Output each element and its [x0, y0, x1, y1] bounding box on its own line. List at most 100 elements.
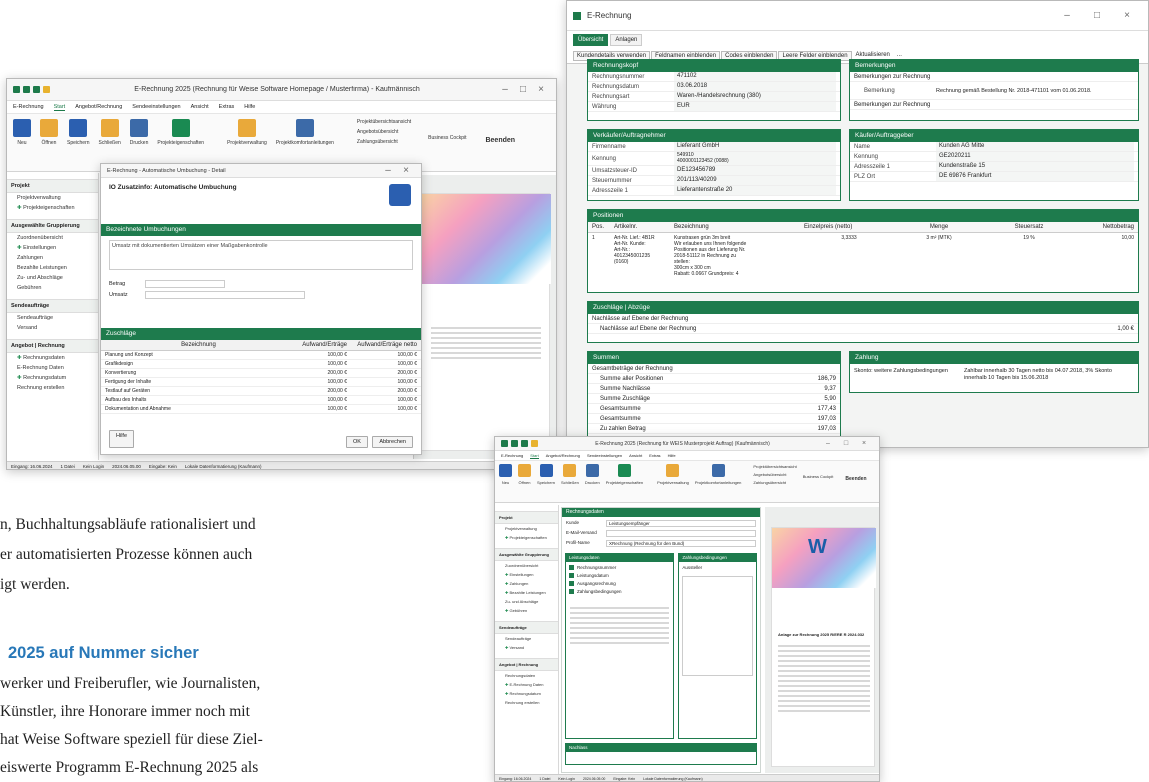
table-row[interactable]: Fertigung der Inhalte 100,00 €100,00 €	[101, 378, 421, 387]
table-row[interactable]: Konvertierung 200,00 €200,00 €	[101, 369, 421, 378]
open-button[interactable]: Öffnen	[40, 119, 58, 146]
project-management-button[interactable]: Projektverwaltung	[227, 119, 267, 146]
tab-uebersicht[interactable]: Übersicht	[573, 34, 609, 46]
table-row[interactable]: Grafikdesign 100,00 €100,00 €	[101, 360, 421, 369]
sidebar-item[interactable]: Zuordnenübersicht	[7, 233, 98, 243]
menu-item[interactable]: Angebot/Rechnung	[75, 104, 122, 110]
sidebar-item[interactable]: Einstellungen	[7, 243, 98, 253]
menu-item[interactable]: Angebot/Rechnung	[546, 453, 580, 458]
sidebar-item[interactable]: Projekteigenschaften	[495, 533, 558, 542]
menu-item[interactable]: Extras	[649, 453, 660, 458]
table-row[interactable]: 1 Art-Nr. Lief.: 4B1R Art-Nr. Kunde: Art…	[588, 233, 1138, 279]
sidebar-item[interactable]: Rechnungsdatum	[7, 373, 98, 383]
new-button[interactable]: Neu	[13, 119, 31, 146]
ribbon-link[interactable]: Angebotsübersicht	[357, 129, 411, 135]
sidebar-item[interactable]: Bezahlte Leistungen	[7, 263, 98, 273]
save-button[interactable]: Speichern	[537, 464, 555, 485]
project-guide-button[interactable]: Projektkomfortanleitungen	[695, 464, 741, 485]
sidebar-item[interactable]: Rechnungsdatum	[495, 689, 558, 698]
menu-item[interactable]: Start	[53, 104, 66, 111]
table-row[interactable]: Testlauf auf Geräten 200,00 €200,00 €	[101, 387, 421, 396]
tab-anlagen[interactable]: Anlagen	[610, 34, 643, 46]
sidebar-item[interactable]: Zuordnenübersicht	[495, 561, 558, 570]
sidebar-item[interactable]: Gebühren	[7, 283, 98, 293]
menu-item[interactable]: Ansicht	[191, 104, 209, 110]
properties-button[interactable]: Projekteigenschaften	[606, 464, 643, 485]
sidebar-item[interactable]: Rechnung erstellen	[7, 383, 98, 393]
minimize-icon[interactable]: –	[1052, 10, 1082, 21]
sidebar-item[interactable]: Bezahlte Leistungen	[495, 588, 558, 597]
company-logo: W	[808, 536, 827, 558]
sidebar-item[interactable]: Zahlungen	[7, 253, 98, 263]
sidebar-item[interactable]: Zu- und Abschläge	[495, 597, 558, 606]
menu-item[interactable]: Start	[530, 453, 539, 459]
close-icon[interactable]: ×	[532, 84, 550, 95]
sidebar-item[interactable]: Sendeaufträge	[495, 634, 558, 643]
minimize-icon[interactable]: –	[819, 440, 837, 447]
close-icon[interactable]: ×	[397, 165, 415, 176]
sidebar-item[interactable]: Projektverwaltung	[7, 193, 98, 203]
menu-item[interactable]: Extras	[219, 104, 235, 110]
new-button[interactable]: Neu	[499, 464, 512, 485]
menu-item[interactable]: E-Rechnung	[13, 104, 44, 110]
sidebar-item[interactable]: Zu- und Abschläge	[7, 273, 98, 283]
ribbon-list: Projektübersichtsansicht Angebotsübersic…	[357, 119, 411, 145]
sidebar-item[interactable]: Rechnungsdaten	[7, 353, 98, 363]
sidebar-item[interactable]: Einstellungen	[495, 570, 558, 579]
menu-item[interactable]: Hilfe	[244, 104, 255, 110]
menu-item[interactable]: E-Rechnung	[501, 453, 523, 458]
table-row[interactable]: Planung und Konzept 100,00 €100,00 €	[101, 351, 421, 360]
close-project-button[interactable]: Schließen	[99, 119, 121, 146]
menu-item[interactable]: Sendeeinstellungen	[587, 453, 622, 458]
project-guide-button[interactable]: Projektkomfortanleitungen	[276, 119, 334, 146]
ok-button[interactable]: OK	[345, 436, 368, 448]
sidebar-item[interactable]: Versand	[495, 643, 558, 652]
sidebar-item[interactable]: Projekteigenschaften	[7, 203, 98, 213]
checkbox-row[interactable]: Zahlungsbedingungen	[569, 589, 670, 594]
properties-button[interactable]: Projekteigenschaften	[157, 119, 204, 146]
sidebar-item[interactable]: Gebühren	[495, 606, 558, 615]
sidebar-item[interactable]: Versand	[7, 323, 98, 333]
open-button[interactable]: Öffnen	[518, 464, 531, 485]
sidebar-item[interactable]: Sendeaufträge	[7, 313, 98, 323]
minimize-icon[interactable]: –	[379, 165, 397, 176]
sidebar-item[interactable]: Rechnungsdaten	[495, 671, 558, 680]
profil-select[interactable]: XRechnung (Rechnung für den Bund)	[606, 540, 756, 547]
umsatz-select[interactable]	[145, 291, 305, 299]
aussteller-box[interactable]	[682, 576, 753, 676]
maximize-icon[interactable]: □	[1082, 10, 1112, 21]
exit-button[interactable]: Beenden	[485, 137, 515, 144]
checkbox-row[interactable]: Ausgangsrechnung	[569, 581, 670, 586]
betrag-select[interactable]	[145, 280, 225, 288]
checkbox-row[interactable]: Leistungsdatum	[569, 573, 670, 578]
ribbon-link[interactable]: Zahlungsübersicht	[357, 139, 411, 145]
project-management-button[interactable]: Projektverwaltung	[657, 464, 689, 485]
menu-item[interactable]: Ansicht	[629, 453, 642, 458]
checkbox-row[interactable]: Rechnungsnummer	[569, 565, 670, 570]
sidebar-item[interactable]: E-Rechnung Daten	[7, 363, 98, 373]
sidebar-item[interactable]: E-Rechnung Daten	[495, 680, 558, 689]
cancel-button[interactable]: Abbrechen	[372, 436, 413, 448]
help-button[interactable]: Hilfe	[109, 430, 135, 448]
umbuchung-text[interactable]: Umsatz mit dokumentierten Umsätzen einer…	[109, 240, 413, 270]
menu-item[interactable]: Sendeeinstellungen	[132, 104, 180, 110]
sidebar-item[interactable]: Zahlungen	[495, 579, 558, 588]
print-button[interactable]: Drucken	[130, 119, 148, 146]
sidebar-item[interactable]: Projektverwaltung	[495, 524, 558, 533]
close-icon[interactable]: ×	[855, 440, 873, 447]
kunde-field[interactable]: Leistungsempfänger	[606, 520, 756, 527]
table-row[interactable]: Aufbau des Inhalts 100,00 €100,00 €	[101, 396, 421, 405]
table-row[interactable]: Dokumentation und Abnahme 100,00 €100,00 …	[101, 405, 421, 414]
maximize-icon[interactable]: □	[837, 440, 855, 447]
maximize-icon[interactable]: □	[514, 84, 532, 95]
ribbon-link[interactable]: Projektübersichtsansicht	[357, 119, 411, 125]
sidebar-item[interactable]: Rechnung erstellen	[495, 698, 558, 707]
minimize-icon[interactable]: –	[496, 84, 514, 95]
menu-item[interactable]: Hilfe	[668, 453, 676, 458]
print-button[interactable]: Drucken	[585, 464, 600, 485]
close-project-button[interactable]: Schließen	[561, 464, 579, 485]
save-button[interactable]: Speichern	[67, 119, 90, 146]
close-icon[interactable]: ×	[1112, 10, 1142, 21]
email-field[interactable]	[606, 530, 756, 537]
business-cockpit-button[interactable]: Business Cockpit	[428, 135, 466, 141]
